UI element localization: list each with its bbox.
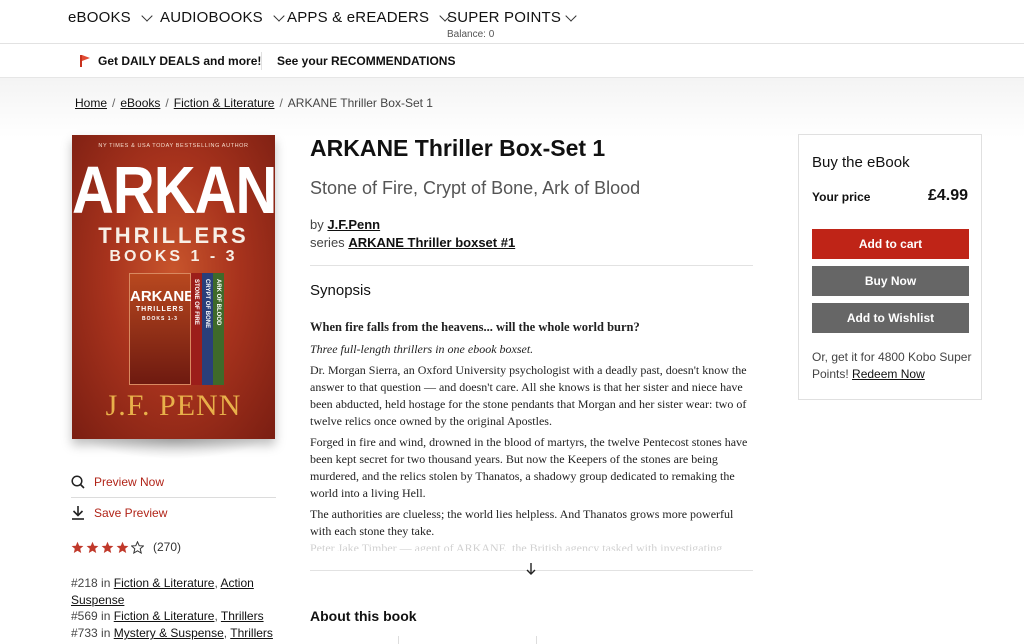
cover-shadow [86,439,262,459]
recommendations-link[interactable]: See your RECOMMENDATIONS [277,54,455,68]
book-title: ARKANE Thriller Box-Set 1 [310,135,606,161]
save-preview-button[interactable]: Save Preview [71,505,167,520]
series-line: series ARKANE Thriller boxset #1 [310,235,515,250]
price-value: £4.99 [927,187,968,204]
author-line: by J.F.Penn [310,217,380,232]
cover-tagline: NY TIMES & USA TODAY BESTSELLING AUTHOR [98,143,249,149]
star-filled-icon [71,541,84,553]
super-points-offer: Or, get it for 4800 Kobo Super Points! R… [812,349,972,383]
about-divider [398,636,399,644]
daily-deals-label: Get DAILY DEALS and more! [98,54,262,68]
star-empty-icon [131,540,144,554]
save-preview-label: Save Preview [94,505,168,520]
rank-3: #733 in Mystery & Suspense, Thrillers [71,626,273,640]
synopsis-headline: When fire falls from the heavens... will… [310,320,640,334]
synopsis-heading: Synopsis [310,282,371,299]
flag-icon [80,55,90,67]
cover-author: J.F. PENN [105,389,242,422]
star-filled-icon [101,541,114,553]
top-navigation: eBOOKS AUDIOBOOKS APPS & eREADERS SUPER … [0,0,1024,44]
synopsis-paragraph-2: Forged in fire and wind, drowned in the … [310,435,748,500]
breadcrumb-fiction[interactable]: Fiction & Literature [174,96,275,110]
cover-spine-1: STONE OF FIRE [191,273,202,385]
rank-number: #569 [71,609,98,623]
series-label: series [310,235,345,250]
rank-in: in [101,609,111,623]
preview-divider [71,497,276,498]
synopsis-tagline: Three full-length thrillers in one ebook… [310,342,534,356]
nav-audiobooks[interactable]: AUDIOBOOKS [160,9,285,26]
rank-number: #218 [71,576,98,590]
preview-now-label: Preview Now [94,475,165,489]
synopsis-paragraph-3: The authorities are clueless; the world … [310,507,734,538]
cover-brand: ARKANE [72,153,275,228]
nav-apps-label: APPS & eREADERS [287,9,430,26]
book-subtitle: Stone of Fire, Crypt of Bone, Ark of Blo… [310,178,641,198]
rating[interactable]: (270) [71,540,181,554]
points-balance: Balance: 0 [447,29,495,40]
chevron-down-icon [141,9,153,22]
star-filled-icon [116,541,129,553]
rank-2: #569 in Fiction & Literature, Thrillers [71,609,264,623]
chevron-down-icon [273,9,285,22]
preview-now-button[interactable]: Preview Now [71,475,164,489]
rating-stars [71,540,144,554]
cover-line2: BOOKS 1 - 3 [109,248,238,265]
rating-count: (270) [153,540,182,554]
add-to-wishlist-button[interactable]: Add to Wishlist [812,303,969,333]
rank-1: #218 in Fiction & Literature, Action Sus… [71,576,254,607]
daily-deals-link[interactable]: Get DAILY DEALS and more! [80,54,261,68]
add-to-cart-button[interactable]: Add to cart [812,229,969,259]
nav-super-points[interactable]: SUPER POINTS [447,9,577,26]
cover-box-sub: THRILLERS [135,306,185,313]
rank-category-link[interactable]: Fiction & Literature [114,576,215,590]
buy-now-button[interactable]: Buy Now [812,266,969,296]
price-label: Your price [812,190,871,204]
promo-bar: Get DAILY DEALS and more! See your RECOM… [0,44,1024,78]
rank-category-link[interactable]: Thrillers [230,626,273,640]
chevron-down-icon [565,9,577,22]
rank-in: in [101,576,111,590]
synopsis-fade-text: Peter Jake Timber — agent of ARKANE, the… [310,541,723,551]
rank-category-link[interactable]: Thrillers [221,609,264,623]
synopsis-paragraph-1: Dr. Morgan Sierra, an Oxford University … [310,363,747,428]
rank-in: in [101,626,111,640]
author-link[interactable]: J.F.Penn [327,217,380,232]
cover-line1: THRILLERS [98,223,249,248]
breadcrumb-ebooks[interactable]: eBooks [120,96,160,110]
nav-apps-ereaders[interactable]: APPS & eREADERS [287,9,451,26]
rank-number: #733 [71,626,98,640]
nav-audiobooks-label: AUDIOBOOKS [160,9,263,26]
recommendations-label: See your RECOMMENDATIONS [277,54,456,68]
redeem-now-link[interactable]: Redeem Now [852,367,925,381]
cover-box-brand: ARKANE [130,288,195,305]
nav-ebooks-label: eBOOKS [68,9,131,26]
about-heading: About this book [310,608,417,624]
cover-spine-3: ARK OF BLOOD [213,273,224,385]
rank-category-link[interactable]: Fiction & Literature [114,609,215,623]
breadcrumb-home[interactable]: Home [75,96,107,110]
breadcrumb: Home / eBooks / Fiction & Literature / ARKANE … [75,96,433,110]
series-link[interactable]: ARKANE Thriller boxset #1 [348,235,515,250]
nav-super-points-label: SUPER POINTS [447,9,562,26]
book-cover[interactable]: NY TIMES & USA TODAY BESTSELLING AUTHOR … [72,135,275,439]
buy-box: Buy the eBook Your price £4.99 Add to ca… [798,134,982,400]
breadcrumb-current: ARKANE Thriller Box-Set 1 [287,96,433,110]
buy-heading: Buy the eBook [812,154,910,171]
nav-ebooks[interactable]: eBOOKS [68,9,153,26]
cover-spine-2: CRYPT OF BONE [202,273,213,385]
download-icon [72,506,84,520]
divider [310,265,753,266]
star-filled-icon [86,541,99,553]
cover-boxset-front: ARKANE THRILLERS BOOKS 1-3 [129,273,195,385]
search-icon [71,475,85,489]
promo-divider [261,52,262,70]
rank-category-link[interactable]: Mystery & Suspense [114,626,224,640]
expand-arrow-icon[interactable] [525,562,537,576]
cover-box-sub2: BOOKS 1-3 [142,316,178,322]
about-divider [536,636,537,644]
by-label: by [310,217,324,232]
